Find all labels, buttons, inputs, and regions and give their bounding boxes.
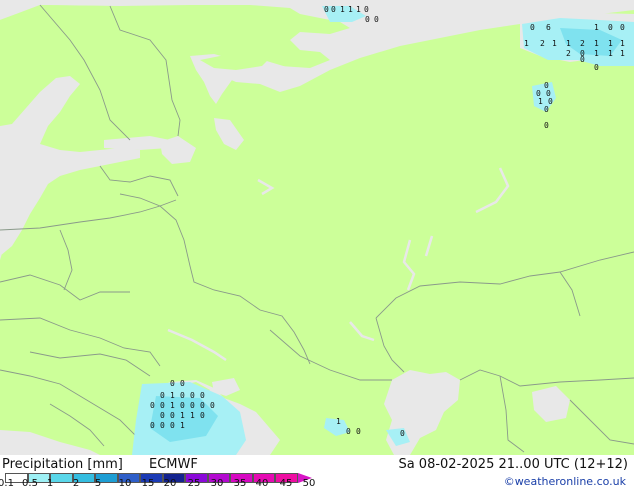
precip-value: 0 — [180, 391, 185, 400]
precip-value: 0 — [365, 15, 370, 24]
legend-tick-label: 20 — [163, 478, 177, 489]
precip-value: 1 — [356, 5, 361, 14]
precip-value: 1 — [594, 49, 599, 58]
precip-value: 1 — [348, 5, 353, 14]
precip-value: 0 — [150, 401, 155, 410]
precip-value: 1 — [336, 417, 341, 426]
precip-value: 1 — [620, 49, 625, 58]
precip-value: 1 — [524, 39, 529, 48]
precip-value: 0 — [180, 379, 185, 388]
legend-tick-label: 0.5 — [22, 478, 38, 489]
precip-value: 0 — [608, 23, 613, 32]
precip-value: 0 — [331, 5, 336, 14]
precip-value: 1 — [170, 401, 175, 410]
precip-value: 0 — [544, 105, 549, 114]
precip-value: 0 — [346, 427, 351, 436]
precip-value: 0 — [170, 379, 175, 388]
precip-value: 0 — [544, 121, 549, 130]
precip-value: 0 — [210, 401, 215, 410]
valid-time: Sa 08-02-2025 21..00 UTC (12+12) — [398, 457, 628, 472]
precip-value: 0 — [160, 401, 165, 410]
precip-value: 1 — [170, 391, 175, 400]
legend-tick-label: 2 — [72, 478, 80, 489]
legend-tick-label: 50 — [302, 478, 316, 489]
precip-value: 0 — [160, 411, 165, 420]
model-name: ECMWF — [149, 457, 198, 472]
legend-tick-label: 25 — [187, 478, 201, 489]
precip-value: 1 — [538, 97, 543, 106]
precip-value: 1 — [566, 39, 571, 48]
precip-value: 0 — [190, 391, 195, 400]
precip-value: 6 — [546, 23, 551, 32]
precip-value: 1 — [180, 421, 185, 430]
precip-value: 0 — [530, 23, 535, 32]
legend-tick-label: 30 — [210, 478, 224, 489]
precip-value: 0 — [170, 411, 175, 420]
map-title: Precipitation [mm] — [2, 457, 123, 472]
precip-value: 0 — [364, 5, 369, 14]
precip-value: 0 — [150, 421, 155, 430]
precip-value: 1 — [608, 39, 613, 48]
precip-value: 0 — [190, 401, 195, 410]
footer-bar: Precipitation [mm] ECMWF Sa 08-02-2025 2… — [0, 455, 634, 490]
precip-value: 1 — [190, 411, 195, 420]
precip-value: 2 — [580, 39, 585, 48]
precip-value: 1 — [594, 23, 599, 32]
precip-value: 0 — [200, 401, 205, 410]
precip-value: 0 — [200, 411, 205, 420]
precip-value: 0 — [160, 391, 165, 400]
legend-tick-label: 1 — [46, 478, 54, 489]
precip-value: 2 — [566, 49, 571, 58]
precip-value: 0 — [594, 63, 599, 72]
legend-tick-label: 15 — [141, 478, 155, 489]
precip-value: 0 — [180, 401, 185, 410]
precip-value: 0 — [160, 421, 165, 430]
precip-value: 1 — [608, 49, 613, 58]
legend-tick-label: 0.1 — [0, 478, 14, 489]
legend-tick-label: 45 — [279, 478, 293, 489]
precip-value: 0 — [170, 421, 175, 430]
legend-tick-label: 10 — [118, 478, 132, 489]
legend-tick-label: 5 — [94, 478, 102, 489]
precip-value: 1 — [552, 39, 557, 48]
precip-value: 0 — [374, 15, 379, 24]
precip-value: 0 — [400, 429, 405, 438]
precip-value: 0 — [620, 23, 625, 32]
precip-value: 0 — [324, 5, 329, 14]
precip-value: 1 — [620, 39, 625, 48]
legend-swatch — [50, 473, 73, 483]
legend-tick-label: 35 — [233, 478, 247, 489]
precipitation-map: 0011100006100121121111201110000010000001… — [0, 0, 634, 455]
precip-value: 1 — [180, 411, 185, 420]
precip-value: 0 — [356, 427, 361, 436]
precip-value: 1 — [594, 39, 599, 48]
legend-tick-label: 40 — [255, 478, 269, 489]
precip-value: 2 — [540, 39, 545, 48]
precip-value: 1 — [340, 5, 345, 14]
credit-link[interactable]: ©weatheronline.co.uk — [504, 475, 626, 488]
precip-value: 0 — [200, 391, 205, 400]
precip-value: 0 — [580, 55, 585, 64]
